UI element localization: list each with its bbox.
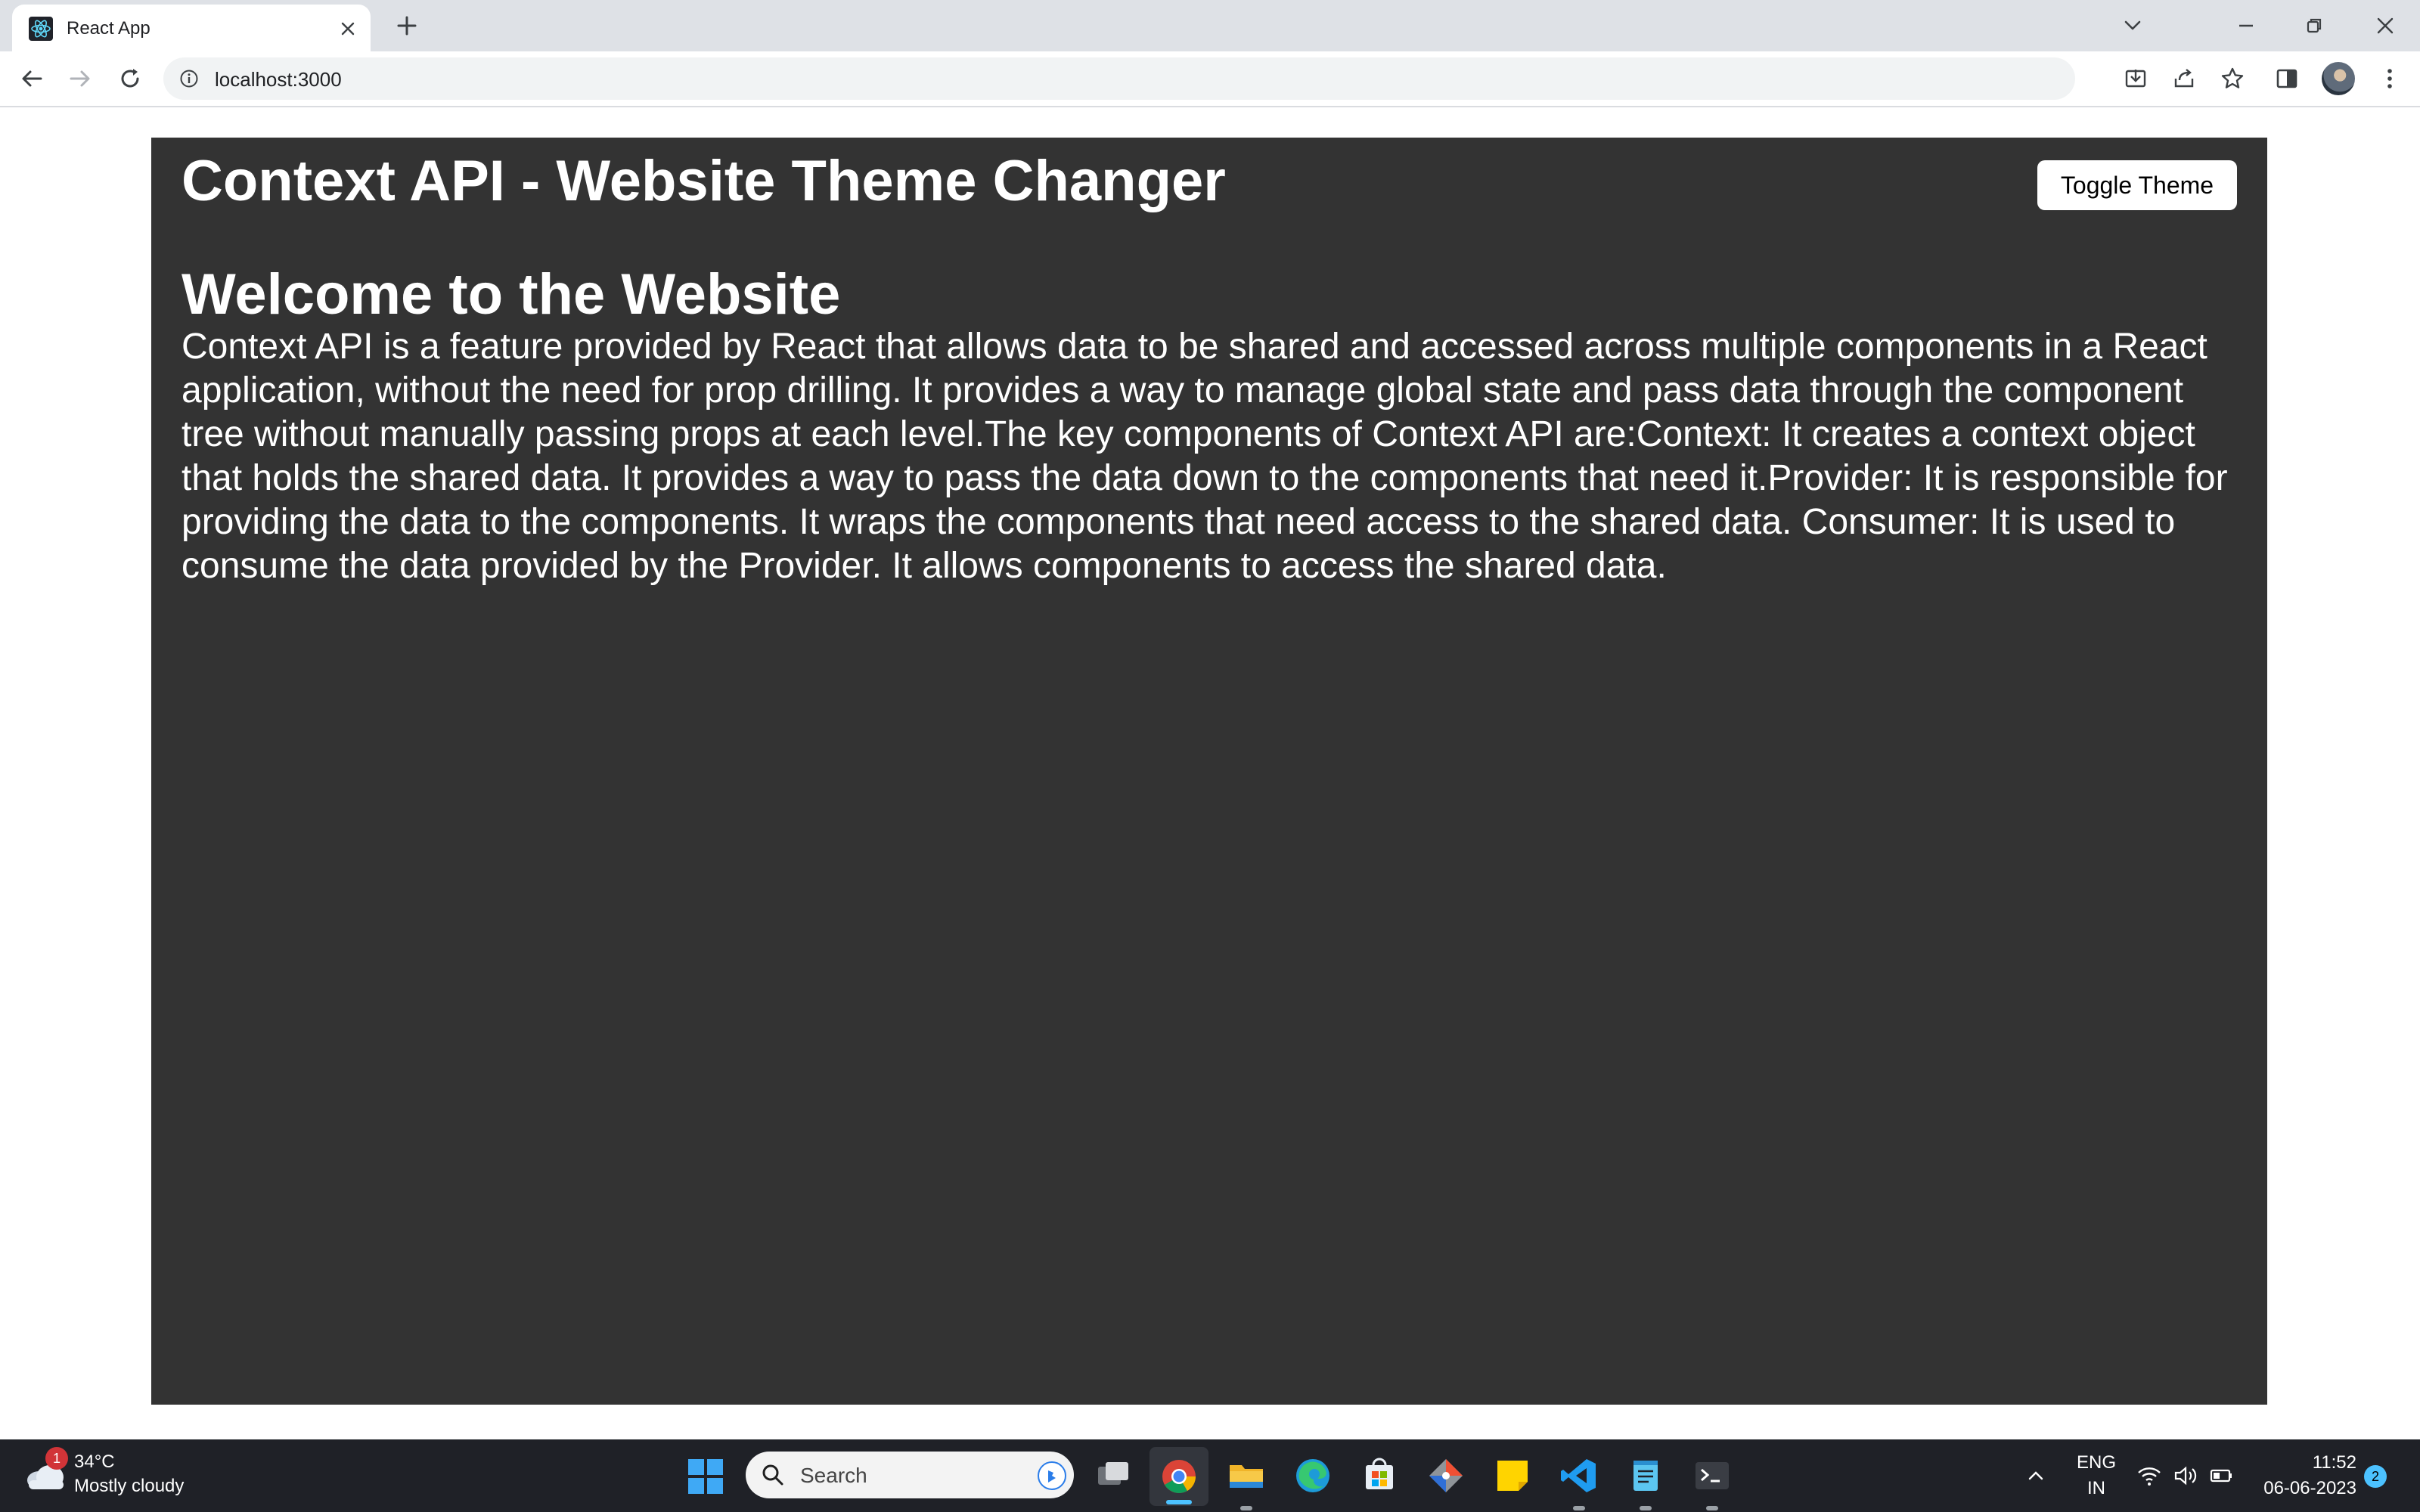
- windows-taskbar: 1 34°C Mostly cloudy Search ENG IN 11:52…: [0, 1439, 2420, 1512]
- toggle-theme-button[interactable]: Toggle Theme: [2037, 160, 2237, 210]
- terminal-icon[interactable]: [1691, 1455, 1733, 1497]
- file-explorer-indicator: [1240, 1506, 1252, 1510]
- bookmark-star-icon[interactable]: [2217, 64, 2248, 94]
- taskbar-search-box[interactable]: Search: [746, 1452, 1074, 1498]
- file-explorer-icon[interactable]: [1225, 1455, 1267, 1497]
- vs-code-icon[interactable]: [1558, 1455, 1600, 1497]
- tab-title: React App: [67, 18, 150, 39]
- notepad-icon[interactable]: [1624, 1455, 1667, 1497]
- new-tab-icon[interactable]: [392, 11, 422, 41]
- address-bar[interactable]: localhost:3000: [163, 57, 2244, 100]
- back-arrow-icon[interactable]: [17, 64, 47, 94]
- install-app-icon[interactable]: [2121, 64, 2151, 94]
- language-code: ENG: [2077, 1452, 2117, 1473]
- chrome-icon: [1162, 1460, 1196, 1493]
- task-view-icon[interactable]: [1092, 1455, 1134, 1497]
- forward-arrow-icon[interactable]: [65, 64, 95, 94]
- notepad-indicator: [1640, 1506, 1652, 1510]
- wifi-icon[interactable]: [2136, 1462, 2163, 1489]
- restore-icon[interactable]: [2299, 11, 2329, 41]
- terminal-indicator: [1706, 1506, 1718, 1510]
- url-text[interactable]: localhost:3000: [215, 68, 342, 91]
- volume-icon[interactable]: [2172, 1462, 2199, 1489]
- browser-tab-active[interactable]: React App: [12, 5, 371, 51]
- site-info-icon[interactable]: [178, 68, 200, 89]
- app-container: Context API - Website Theme Changer Togg…: [151, 138, 2267, 1405]
- browser-toolbar: localhost:3000: [0, 51, 2420, 107]
- clock-time: 11:52: [2312, 1452, 2356, 1473]
- vs-code-indicator: [1573, 1506, 1585, 1510]
- browser-tab-strip: React App: [0, 0, 2420, 51]
- weather-temperature: 34°C: [74, 1452, 115, 1472]
- battery-icon[interactable]: [2208, 1462, 2235, 1489]
- profile-avatar[interactable]: [2322, 62, 2355, 95]
- side-panel-icon[interactable]: [2272, 64, 2302, 94]
- region-code: IN: [2087, 1478, 2105, 1498]
- weather-alert-badge: 1: [45, 1447, 68, 1470]
- chrome-active-indicator: [1166, 1500, 1192, 1504]
- notification-badge[interactable]: 2: [2364, 1465, 2387, 1488]
- reload-icon[interactable]: [115, 64, 145, 94]
- clock-date: 06-06-2023: [2263, 1478, 2356, 1498]
- content-paragraph: Context API is a feature provided by Rea…: [182, 327, 2228, 586]
- page-title: Context API - Website Theme Changer: [182, 149, 1226, 213]
- search-placeholder: Search: [800, 1464, 867, 1487]
- tab-search-chevron-icon[interactable]: [2118, 11, 2148, 41]
- react-favicon-icon: [29, 17, 53, 41]
- search-icon: [762, 1464, 783, 1486]
- close-window-icon[interactable]: [2370, 11, 2400, 41]
- weather-description: Mostly cloudy: [74, 1476, 185, 1496]
- minimize-icon[interactable]: [2231, 11, 2261, 41]
- bing-icon[interactable]: [1038, 1461, 1066, 1490]
- more-menu-icon[interactable]: [2375, 64, 2405, 94]
- welcome-heading: Welcome to the Website: [182, 262, 841, 327]
- show-hidden-icons-chevron[interactable]: [2022, 1462, 2049, 1489]
- share-icon[interactable]: [2169, 64, 2199, 94]
- microsoft-store-icon[interactable]: [1358, 1455, 1401, 1497]
- edge-icon[interactable]: [1292, 1455, 1334, 1497]
- windows-start-icon[interactable]: [687, 1458, 724, 1495]
- close-tab-icon[interactable]: [337, 18, 358, 39]
- git-client-icon[interactable]: [1425, 1455, 1467, 1497]
- sticky-notes-icon[interactable]: [1491, 1455, 1534, 1497]
- chrome-taskbar-tile[interactable]: [1150, 1447, 1208, 1506]
- language-indicator[interactable]: ENG IN: [2077, 1450, 2116, 1501]
- system-clock[interactable]: 11:52 06-06-2023: [2258, 1450, 2356, 1501]
